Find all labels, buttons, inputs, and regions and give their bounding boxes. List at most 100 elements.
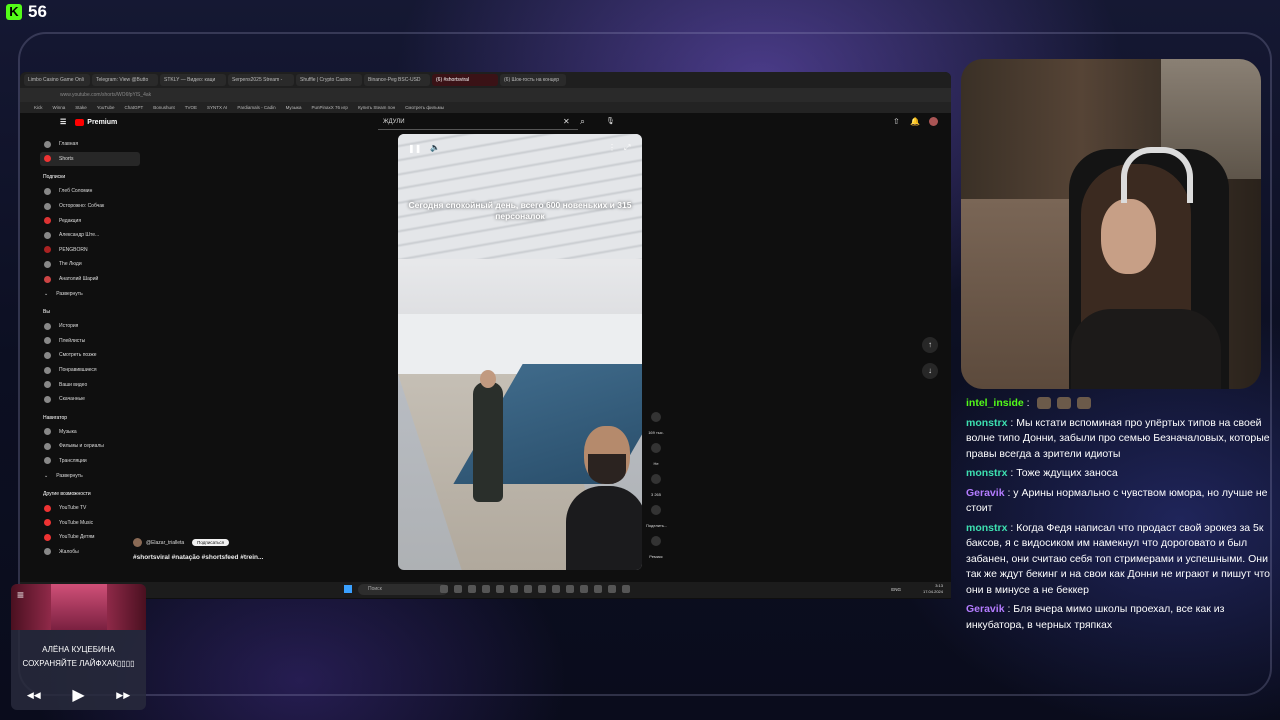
notifications-icon[interactable]: 🔔	[910, 117, 920, 126]
browser-tab[interactable]: Shuffle | Crypto Casino	[296, 74, 362, 86]
sidebar-item-subscription[interactable]: Глеб Соломин	[40, 184, 140, 199]
dislike-button[interactable]: Не	[646, 443, 666, 466]
avatar[interactable]	[133, 538, 142, 547]
clear-search-icon[interactable]: ✕	[563, 117, 570, 126]
taskbar-clock[interactable]: 3:13 17.04.2024	[923, 583, 943, 595]
sidebar-item-your-videos[interactable]: Ваши видео	[40, 377, 140, 392]
bookmark[interactable]: TVOE	[185, 105, 197, 110]
comments-button[interactable]: 3 265	[646, 474, 666, 497]
bookmark[interactable]: ChatGPT	[124, 105, 143, 110]
browser-tab[interactable]: STKLY — Видео: каци	[160, 74, 226, 86]
upload-icon[interactable]: ⇧	[893, 117, 900, 126]
app-icon[interactable]	[594, 585, 602, 593]
sidebar-item-reports[interactable]: Жалобы	[40, 545, 140, 560]
chat-username[interactable]: monstrx	[966, 522, 1007, 534]
chat-username[interactable]: monstrx	[966, 467, 1007, 479]
browser-tab[interactable]: (6) Шок-гость на концер	[500, 74, 566, 86]
share-button[interactable]: Поделить...	[646, 505, 667, 528]
bookmark[interactable]: PunPinaxX 76 игр	[312, 105, 348, 110]
address-text[interactable]: www.youtube.com/shorts/WO6fpYlS_4ak	[60, 92, 151, 98]
sidebar-item-subscription[interactable]: Александр Ште...	[40, 228, 140, 243]
sidebar-item-downloads[interactable]: Скачанные	[40, 392, 140, 407]
play-icon[interactable]: ▶	[72, 685, 84, 705]
sidebar-item-home[interactable]: Главная	[40, 137, 140, 152]
app-icon[interactable]	[622, 585, 630, 593]
sidebar-item-subscription[interactable]: The Люди	[40, 257, 140, 272]
bookmark[interactable]: Pardiamals - Cadin	[237, 105, 275, 110]
browser-tab[interactable]: Serpens2025 Stream -	[228, 74, 294, 86]
chat-username[interactable]: intel_inside	[966, 397, 1024, 409]
menu-icon[interactable]: ☰	[60, 118, 66, 126]
sidebar-item-playlists[interactable]: Плейлисты	[40, 334, 140, 349]
sidebar-item-subscription[interactable]: PENGBORN	[40, 243, 140, 258]
sidebar-section-subscriptions[interactable]: Подписки	[40, 170, 140, 184]
sidebar-item-music[interactable]: Музыка	[40, 425, 140, 440]
app-icon[interactable]	[496, 585, 504, 593]
app-icon[interactable]	[440, 585, 448, 593]
sidebar-item-expand[interactable]: ⌄ Развернуть	[40, 286, 140, 301]
app-icon[interactable]	[524, 585, 532, 593]
browser-tab-active[interactable]: (6) #shortsviral	[432, 74, 498, 86]
app-icon[interactable]	[608, 585, 616, 593]
chat-username[interactable]: Geravik	[966, 487, 1005, 499]
chat-username[interactable]: Geravik	[966, 603, 1005, 615]
youtube-logo[interactable]: ☰ Premium	[60, 118, 117, 126]
search-input[interactable]: ЖДУЛИ	[383, 119, 405, 125]
bookmark[interactable]: SYNTX AI	[207, 105, 227, 110]
queue-icon[interactable]: ≡	[17, 588, 24, 602]
app-icon[interactable]	[538, 585, 546, 593]
subscribe-button[interactable]: Подписаться	[192, 539, 230, 546]
sidebar-item-liked[interactable]: Понравившиеся	[40, 363, 140, 378]
browser-tab[interactable]: Limbo Casino Game Onli	[24, 74, 90, 86]
sidebar-item-youtube-kids[interactable]: YouTube Детям	[40, 530, 140, 545]
remix-button[interactable]: Ремикс	[646, 536, 666, 559]
chat-username[interactable]: monstrx	[966, 417, 1007, 429]
browser-tab[interactable]: Binance-Peg BSC-USD	[364, 74, 430, 86]
sidebar-item-history[interactable]: История	[40, 319, 140, 334]
app-icon[interactable]	[454, 585, 462, 593]
pause-icon[interactable]: ❚❚	[408, 144, 421, 153]
volume-icon[interactable]: 🔈	[430, 143, 440, 152]
sidebar-item-live[interactable]: Трансляции	[40, 454, 140, 469]
address-bar[interactable]: www.youtube.com/shorts/WO6fpYlS_4ak	[20, 88, 951, 102]
search-icon[interactable]: ⌕	[580, 116, 585, 127]
shorts-video-player[interactable]: Сегодня спокойный день, всего 600 новень…	[398, 134, 642, 570]
bookmark[interactable]: Winna	[53, 105, 66, 110]
app-icon[interactable]	[552, 585, 560, 593]
bookmark[interactable]: Kick	[34, 105, 43, 110]
bookmark[interactable]: Stake	[75, 105, 87, 110]
fullscreen-icon[interactable]: ⤢	[624, 143, 630, 153]
bookmark[interactable]: Купить Steam пон	[358, 105, 395, 110]
sidebar-item-expand[interactable]: ⌄ Развернуть	[40, 468, 140, 483]
video-tags[interactable]: #shortsviral #natação #shortsfeed #trein…	[133, 554, 263, 561]
app-icon[interactable]	[468, 585, 476, 593]
sidebar-item-watch-later[interactable]: Смотреть позже	[40, 348, 140, 363]
language-indicator[interactable]: ENG	[891, 587, 901, 592]
bookmark[interactable]: Смотреть фильмы	[405, 105, 444, 110]
next-track-icon[interactable]: ▶▶	[116, 690, 130, 701]
previous-short-button[interactable]: ↑	[922, 337, 938, 353]
channel-name[interactable]: @Elazar_trialleta	[146, 540, 184, 546]
bookmark[interactable]: YouTube	[97, 105, 115, 110]
app-icon[interactable]	[510, 585, 518, 593]
bookmark[interactable]: Bonushunt	[153, 105, 175, 110]
more-icon[interactable]: ⋮	[608, 143, 616, 152]
search-box[interactable]	[378, 116, 578, 130]
app-icon[interactable]	[580, 585, 588, 593]
browser-tab[interactable]: Telegram: View @Butto	[92, 74, 158, 86]
mic-icon[interactable]: 🎙	[606, 117, 615, 125]
sidebar-section-you[interactable]: Вы	[40, 305, 140, 319]
sidebar-item-movies[interactable]: Фильмы и сериалы	[40, 439, 140, 454]
windows-start-icon[interactable]	[344, 585, 352, 593]
sidebar-item-youtube-music[interactable]: YouTube Music	[40, 515, 140, 530]
bookmark[interactable]: Музыка	[286, 105, 302, 110]
sidebar-item-subscription[interactable]: Редакция	[40, 213, 140, 228]
app-icon[interactable]	[566, 585, 574, 593]
account-avatar[interactable]	[929, 117, 938, 126]
sidebar-item-subscription[interactable]: Анатолий Шарий	[40, 272, 140, 287]
next-short-button[interactable]: ↓	[922, 363, 938, 379]
sidebar-item-youtube-tv[interactable]: YouTube TV	[40, 501, 140, 516]
previous-track-icon[interactable]: ◀◀	[27, 690, 41, 701]
like-button[interactable]: 169 тыс.	[646, 412, 666, 435]
sidebar-item-subscription[interactable]: Осторожно: Собчак	[40, 199, 140, 214]
